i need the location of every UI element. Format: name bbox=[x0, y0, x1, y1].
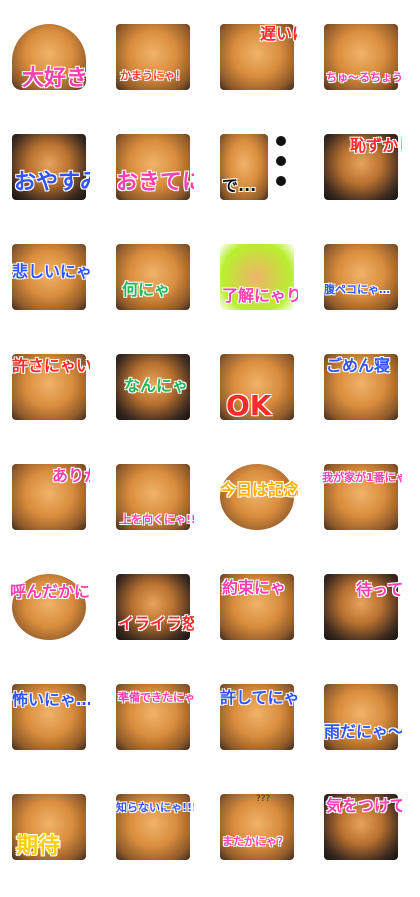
sticker-text: 了解にゃり!! bbox=[222, 286, 298, 305]
sticker-text: 準備できたにゃ bbox=[118, 691, 194, 704]
sticker-28[interactable]: 雨だにゃ〜 bbox=[320, 678, 402, 758]
sticker-7[interactable]: で... bbox=[216, 128, 298, 208]
sticker-6[interactable]: おきてにゃ bbox=[112, 128, 194, 208]
sticker-19[interactable]: 今日は記念日 bbox=[216, 458, 298, 538]
sticker-30[interactable]: 知らないにゃ!!! bbox=[112, 788, 194, 868]
sticker-text: イライラ怒 bbox=[118, 614, 194, 633]
sticker-10[interactable]: 何にゃ bbox=[112, 238, 194, 318]
sticker-text: 我が家が1番にゃ bbox=[322, 471, 402, 484]
sticker-15[interactable]: OK bbox=[216, 348, 298, 428]
sticker-3[interactable]: 遅いにゃ!! bbox=[216, 18, 298, 98]
sticker-text: おやすみ bbox=[14, 170, 90, 195]
sticker-4[interactable]: ちゅ〜るちょうだい bbox=[320, 18, 402, 98]
sticker-text: かまうにゃ！ bbox=[120, 69, 186, 82]
sticker-text: 怖いにゃ… bbox=[12, 690, 90, 709]
sticker-14[interactable]: なんにゃ bbox=[112, 348, 194, 428]
sticker-text: 待ってる bbox=[356, 580, 402, 599]
cat-photo bbox=[116, 244, 190, 310]
small-text: ??? bbox=[256, 794, 271, 804]
sticker-16[interactable]: ごめん寝 bbox=[320, 348, 402, 428]
sticker-12[interactable]: 腹ペコにゃ… bbox=[320, 238, 402, 318]
sticker-text: ちゅ〜るちょうだい bbox=[326, 71, 402, 84]
sticker-text: おきてにゃ bbox=[116, 170, 194, 195]
sticker-13[interactable]: 許さにゃい bbox=[8, 348, 90, 428]
sticker-11[interactable]: 了解にゃり!! bbox=[216, 238, 298, 318]
sticker-26[interactable]: 準備できたにゃ bbox=[112, 678, 194, 758]
sticker-8[interactable]: 恥ずかしいにゃ bbox=[320, 128, 402, 208]
sticker-text: 約束にゃ bbox=[222, 578, 287, 597]
sticker-9[interactable]: 悲しいにゃ。。 bbox=[8, 238, 90, 318]
sticker-20[interactable]: 我が家が1番にゃ bbox=[320, 458, 402, 538]
sticker-2[interactable]: かまうにゃ！ bbox=[112, 18, 194, 98]
sticker-text: なんにゃ bbox=[124, 376, 189, 395]
sticker-text: ありがとう bbox=[52, 466, 90, 485]
sticker-text: 今日は記念日 bbox=[220, 480, 298, 499]
cat-photo bbox=[324, 244, 398, 310]
sticker-text: 恥ずかしいにゃ bbox=[350, 136, 402, 155]
sticker-text: 悲しいにゃ。。 bbox=[12, 262, 90, 281]
sticker-text: またかにゃ？ bbox=[222, 835, 288, 848]
sticker-1[interactable]: 大好き bbox=[8, 18, 90, 98]
sticker-24[interactable]: 待ってる bbox=[320, 568, 402, 648]
sticker-text: 大好き bbox=[22, 66, 89, 91]
sticker-text: で... bbox=[222, 176, 257, 195]
sticker-text: 雨だにゃ〜 bbox=[324, 722, 402, 741]
sticker-text: 期待 bbox=[16, 834, 61, 859]
sticker-31[interactable]: ??? またかにゃ？ bbox=[216, 788, 298, 868]
sticker-18[interactable]: 上を向くにゃ!! bbox=[112, 458, 194, 538]
sticker-sheet: 大好き かまうにゃ！ 遅いにゃ!! ちゅ〜るちょうだい おやすみ おきてにゃ で… bbox=[0, 0, 420, 897]
sticker-text: 許してにゃ bbox=[220, 688, 298, 707]
sticker-5[interactable]: おやすみ bbox=[8, 128, 90, 208]
sticker-32[interactable]: 気をつけて bbox=[320, 788, 402, 868]
ellipsis-dots bbox=[276, 136, 288, 196]
sticker-17[interactable]: ありがとう bbox=[8, 458, 90, 538]
sticker-text: 何にゃ bbox=[122, 280, 171, 299]
sticker-text: OK bbox=[226, 389, 272, 422]
sticker-text: 許さにゃい bbox=[12, 356, 90, 375]
sticker-text: ごめん寝 bbox=[326, 356, 391, 375]
sticker-22[interactable]: イライラ怒 bbox=[112, 568, 194, 648]
sticker-text: 遅いにゃ!! bbox=[260, 24, 298, 43]
sticker-text: 知らないにゃ!!! bbox=[116, 801, 194, 814]
sticker-29[interactable]: 期待 bbox=[8, 788, 90, 868]
sticker-23[interactable]: 約束にゃ bbox=[216, 568, 298, 648]
sticker-27[interactable]: 許してにゃ bbox=[216, 678, 298, 758]
sticker-text: 上を向くにゃ!! bbox=[120, 513, 194, 526]
sticker-text: 腹ペコにゃ… bbox=[324, 283, 390, 296]
sticker-21[interactable]: 呼んだかにゃ？ bbox=[8, 568, 90, 648]
sticker-text: 気をつけて bbox=[326, 796, 402, 815]
sticker-text: 呼んだかにゃ？ bbox=[10, 582, 90, 601]
sticker-25[interactable]: 怖いにゃ… bbox=[8, 678, 90, 758]
